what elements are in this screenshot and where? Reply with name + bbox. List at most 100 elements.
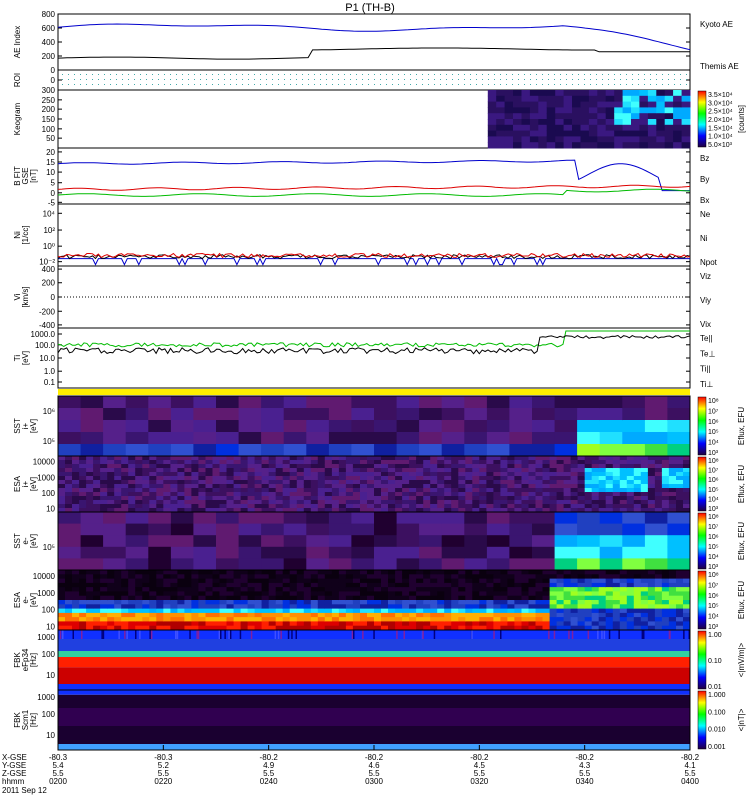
- spectrogram-cell: [556, 595, 565, 601]
- spectrogram-cell: [444, 456, 452, 461]
- spectrogram-cell: [233, 582, 242, 588]
- spectrogram-cell: [149, 621, 157, 627]
- spectrogram-cell: [107, 587, 115, 592]
- spectrogram-cell: [212, 488, 220, 493]
- keogram-cell: [563, 136, 573, 143]
- spectrogram-cell: [191, 504, 199, 509]
- spectrogram-cell: [142, 472, 150, 477]
- spectrogram-cell: [80, 523, 104, 536]
- spectrogram-cell: [338, 595, 347, 601]
- spectrogram-cell: [360, 604, 368, 610]
- roi-dot: [674, 84, 675, 85]
- spectrogram-cell: [310, 600, 319, 605]
- spectrogram-cell: [163, 595, 171, 601]
- spectrogram-cell: [233, 595, 242, 601]
- spectrogram-cell: [633, 464, 642, 469]
- spectrogram-cell: [103, 523, 127, 536]
- spectrogram-cell: [661, 496, 670, 501]
- roi-dot: [152, 74, 153, 75]
- keogram-cell: [631, 119, 640, 126]
- spectrogram-cell: [268, 587, 277, 592]
- spectrogram-cell: [458, 617, 466, 622]
- roi-dot: [368, 84, 369, 85]
- spectrogram-cell: [612, 500, 621, 505]
- y-tick-label: 250: [42, 96, 56, 105]
- spectrogram-cell: [381, 574, 389, 580]
- spectrogram-cell: [528, 472, 536, 477]
- spectrogram-cell: [514, 496, 522, 501]
- spectrogram-cell: [58, 432, 82, 445]
- spectrogram-cell: [170, 456, 178, 461]
- spectrogram-cell: [500, 574, 508, 580]
- spectrogram-cell: [416, 582, 424, 588]
- spectrogram-cell: [296, 468, 305, 473]
- spectrogram-cell: [212, 595, 220, 601]
- spectrogram-cell: [667, 420, 691, 433]
- keogram-cell: [496, 130, 506, 137]
- keogram-cell: [588, 124, 598, 132]
- spectrogram-cell: [261, 500, 270, 505]
- spectrogram-cell: [156, 468, 164, 473]
- spectrogram-cell: [338, 608, 347, 614]
- spectrogram-cell: [605, 570, 614, 575]
- spectrogram-cell: [633, 496, 642, 501]
- spectrogram-cell: [507, 600, 515, 605]
- fbk-streak: [228, 630, 230, 639]
- spectrogram-cell: [360, 504, 368, 509]
- spectrogram-cell: [598, 504, 607, 509]
- spectrogram-cell: [556, 587, 565, 592]
- spectrogram-cell: [599, 420, 623, 433]
- keogram-cell: [555, 90, 565, 97]
- keogram-cell: [656, 107, 666, 114]
- spectrogram-cell: [163, 591, 171, 597]
- spectrogram-cell: [296, 500, 305, 505]
- spectrogram-cell: [289, 460, 298, 465]
- spectrogram-cell: [275, 621, 284, 627]
- roi-dot: [278, 84, 279, 85]
- spectrogram-cell: [100, 496, 108, 501]
- spectrogram-cell: [599, 558, 623, 571]
- spectrogram-cell: [654, 591, 663, 597]
- spectrogram-cell: [331, 595, 340, 601]
- spectrogram-cell: [135, 621, 143, 627]
- spectrogram-cell: [479, 591, 487, 597]
- spectrogram-cell: [486, 408, 510, 421]
- spectrogram-cell: [328, 546, 352, 559]
- spectrogram-cell: [612, 582, 621, 588]
- keogram-cell: [597, 130, 607, 137]
- keogram-cell: [614, 107, 624, 114]
- roi-dot: [140, 84, 141, 85]
- spectrogram-cell: [500, 578, 508, 584]
- spectrogram-cell: [247, 587, 256, 592]
- keogram-cell: [529, 136, 539, 143]
- spectrogram-cell: [65, 488, 73, 493]
- spectrogram-cell: [149, 496, 157, 501]
- colorbar-tick: 10⁵: [708, 544, 719, 551]
- spectrogram-cell: [351, 558, 375, 571]
- keogram-cell: [631, 107, 640, 114]
- spectrogram-cell: [521, 608, 529, 614]
- spectrogram-cell: [317, 591, 326, 597]
- spectrogram-cell: [177, 456, 185, 461]
- spectrogram-cell: [374, 595, 382, 601]
- colorbar-tick: 10⁸: [708, 398, 719, 405]
- spectrogram-cell: [360, 468, 368, 473]
- spectrogram-cell: [570, 488, 579, 493]
- keogram-cell: [529, 95, 539, 103]
- spectrogram-cell: [486, 535, 510, 548]
- spectrogram-cell: [507, 460, 515, 465]
- keogram-cell: [580, 95, 590, 103]
- spectrogram-cell: [577, 500, 586, 505]
- spectrogram-cell: [254, 484, 263, 489]
- spectrogram-cell: [247, 488, 256, 493]
- roi-dot: [338, 84, 339, 85]
- legend-temperature: Ti||: [700, 365, 711, 374]
- spectrogram-cell: [121, 591, 129, 597]
- spectrogram-cell: [667, 432, 691, 445]
- spectrogram-cell: [479, 587, 487, 592]
- spectrogram-cell: [289, 608, 298, 614]
- spectrogram-cell: [605, 464, 614, 469]
- roi-dot: [200, 84, 201, 85]
- keogram-cell: [487, 136, 497, 143]
- spectrogram-cell: [233, 591, 242, 597]
